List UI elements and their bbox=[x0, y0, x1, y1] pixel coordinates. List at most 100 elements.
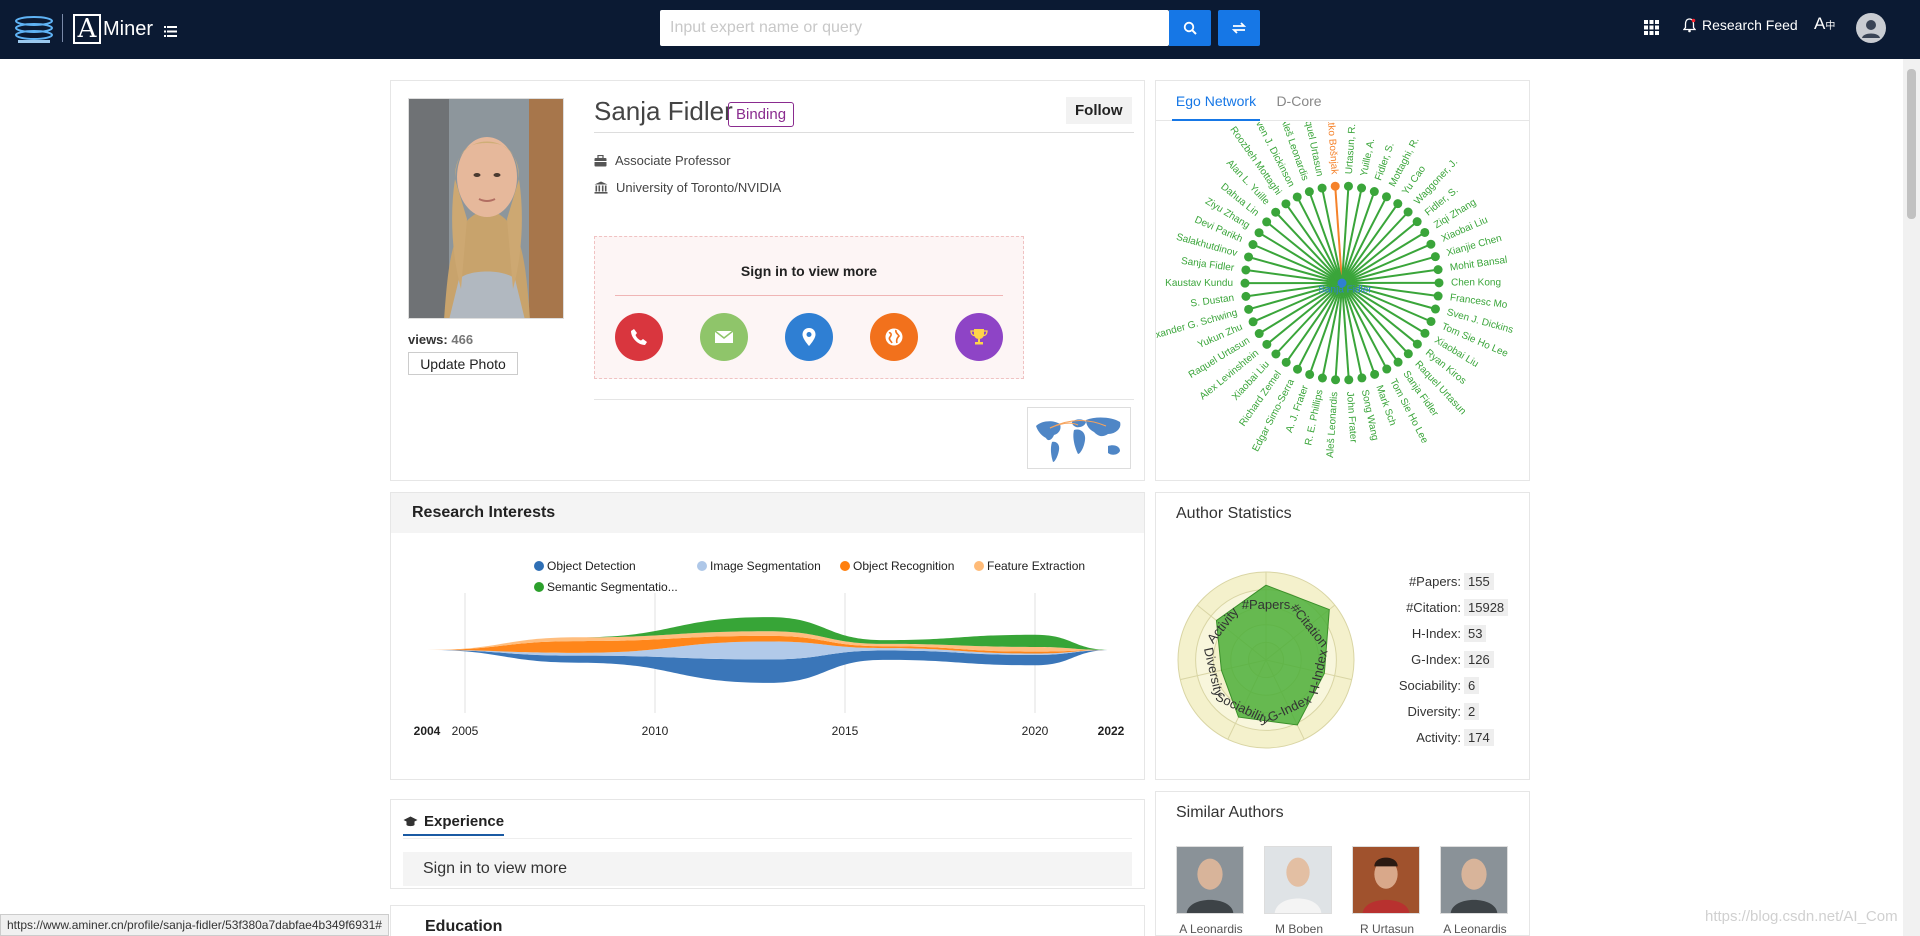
user-avatar[interactable] bbox=[1856, 13, 1886, 43]
apps-grid-icon[interactable] bbox=[1644, 20, 1659, 35]
search-input[interactable] bbox=[660, 10, 1169, 46]
ego-node[interactable] bbox=[1420, 328, 1430, 338]
language-icon[interactable]: A中 bbox=[1814, 14, 1835, 34]
ego-node[interactable] bbox=[1248, 240, 1258, 250]
ego-node[interactable] bbox=[1426, 316, 1436, 326]
legend-object-detection[interactable]: Object Detection bbox=[534, 559, 636, 573]
ego-node[interactable] bbox=[1369, 187, 1379, 197]
similar-author-2[interactable]: M Boben bbox=[1264, 846, 1334, 936]
ego-node[interactable] bbox=[1241, 265, 1251, 275]
ego-node[interactable] bbox=[1357, 373, 1367, 383]
ego-node-label: Mohit Bansal bbox=[1449, 255, 1508, 274]
ego-node[interactable] bbox=[1281, 357, 1291, 367]
ego-network-graph[interactable]: Matko Bošnjak Urtasun, R. Yuille, A.Fidler… bbox=[1156, 122, 1529, 480]
tab-ego-network[interactable]: Ego Network bbox=[1172, 81, 1260, 121]
stat-value: 2 bbox=[1464, 703, 1480, 720]
ego-node[interactable] bbox=[1344, 375, 1354, 385]
switch-mode-button[interactable] bbox=[1218, 10, 1260, 46]
ego-node[interactable] bbox=[1292, 192, 1302, 202]
stat-value: 53 bbox=[1464, 625, 1487, 642]
ego-node[interactable] bbox=[1304, 187, 1314, 197]
legend-feature-extraction[interactable]: Feature Extraction bbox=[974, 559, 1085, 573]
ego-node-label: Aleš Leonardis bbox=[1325, 391, 1340, 458]
homepage-button[interactable] bbox=[870, 313, 918, 361]
ego-node[interactable] bbox=[1305, 369, 1315, 379]
ego-node[interactable] bbox=[1433, 291, 1443, 301]
legend-object-recognition[interactable]: Object Recognition bbox=[840, 559, 954, 573]
phone-button[interactable] bbox=[615, 313, 663, 361]
ego-node[interactable] bbox=[1403, 207, 1413, 217]
ego-node[interactable] bbox=[1370, 369, 1380, 379]
similar-author-3[interactable]: R Urtasun bbox=[1352, 846, 1422, 936]
location-button[interactable] bbox=[785, 313, 833, 361]
search-button[interactable] bbox=[1169, 10, 1211, 46]
awards-button[interactable] bbox=[955, 313, 1003, 361]
ego-node[interactable] bbox=[1403, 349, 1413, 359]
ego-node[interactable] bbox=[1430, 252, 1440, 262]
menu-icon[interactable] bbox=[164, 26, 177, 37]
ego-node[interactable] bbox=[1381, 192, 1391, 202]
email-button[interactable] bbox=[700, 313, 748, 361]
ego-node[interactable] bbox=[1412, 217, 1422, 227]
ego-node[interactable] bbox=[1434, 278, 1444, 288]
ego-node[interactable] bbox=[1293, 364, 1303, 374]
ego-node[interactable] bbox=[1412, 339, 1422, 349]
ego-node[interactable] bbox=[1271, 207, 1281, 217]
similar-author-name: A Leonardis bbox=[1443, 922, 1507, 936]
page-scrollbar[interactable] bbox=[1903, 59, 1920, 936]
stat-label: H-Index: bbox=[1411, 626, 1461, 641]
stat-row: G-Index: 126 bbox=[1361, 651, 1494, 668]
ego-node[interactable] bbox=[1430, 304, 1440, 314]
ego-node[interactable] bbox=[1262, 217, 1272, 227]
ego-node[interactable] bbox=[1393, 357, 1403, 367]
ego-node[interactable] bbox=[1254, 228, 1264, 238]
ego-node-label: Kaustav Kundu bbox=[1165, 278, 1233, 289]
similar-author-photo bbox=[1440, 846, 1508, 914]
ego-node[interactable] bbox=[1240, 278, 1250, 288]
acemap-logo[interactable] bbox=[14, 14, 54, 44]
binding-badge[interactable]: Binding bbox=[728, 102, 795, 127]
research-interests-streamgraph[interactable]: 2004 2005 2010 2015 2020 2022 bbox=[391, 583, 1144, 779]
similar-author-1[interactable]: A Leonardis bbox=[1176, 846, 1246, 936]
ego-node[interactable] bbox=[1244, 304, 1254, 314]
watermark-text: https://blog.csdn.net/AI_Com bbox=[1705, 908, 1898, 925]
ego-node[interactable] bbox=[1248, 317, 1258, 327]
education-card: Education bbox=[390, 905, 1145, 936]
ego-node[interactable] bbox=[1281, 199, 1291, 209]
scrollbar-thumb[interactable] bbox=[1907, 69, 1916, 219]
ego-node[interactable] bbox=[1331, 375, 1341, 385]
update-photo-button[interactable]: Update Photo bbox=[408, 352, 518, 375]
tab-d-core[interactable]: D-Core bbox=[1262, 81, 1336, 121]
follow-button[interactable]: Follow bbox=[1066, 97, 1132, 124]
ego-node[interactable] bbox=[1241, 291, 1251, 301]
legend-image-segmentation[interactable]: Image Segmentation bbox=[697, 559, 821, 573]
stat-row: #Papers: 155 bbox=[1361, 573, 1494, 590]
research-feed-link[interactable]: Research Feed bbox=[1683, 17, 1798, 33]
ego-node[interactable] bbox=[1433, 265, 1443, 275]
experience-signin-prompt[interactable]: Sign in to view more bbox=[403, 852, 1132, 886]
ego-node[interactable] bbox=[1330, 181, 1340, 191]
ego-node[interactable] bbox=[1244, 252, 1254, 262]
email-icon bbox=[714, 330, 734, 343]
ego-node[interactable] bbox=[1317, 373, 1327, 383]
ego-node[interactable] bbox=[1357, 183, 1367, 193]
world-map-thumbnail[interactable] bbox=[1027, 407, 1131, 469]
views-value: 466 bbox=[451, 332, 474, 347]
ego-node[interactable] bbox=[1382, 364, 1392, 374]
signin-divider bbox=[615, 295, 1003, 296]
ego-edge bbox=[1341, 255, 1436, 284]
position-text: Associate Professor bbox=[615, 153, 731, 168]
ego-node[interactable] bbox=[1254, 329, 1264, 339]
ego-node[interactable] bbox=[1271, 349, 1281, 359]
ego-node[interactable] bbox=[1317, 183, 1327, 193]
research-interests-title: Research Interests bbox=[412, 504, 556, 521]
similar-author-4[interactable]: A Leonardis bbox=[1440, 846, 1510, 936]
similar-author-name: M Boben bbox=[1274, 922, 1324, 936]
aminer-logo[interactable]: A Miner bbox=[73, 12, 153, 46]
ego-node[interactable] bbox=[1262, 339, 1272, 349]
ego-node[interactable] bbox=[1343, 181, 1353, 191]
signin-prompt[interactable]: Sign in to view more bbox=[595, 263, 1023, 279]
ego-node[interactable] bbox=[1420, 227, 1430, 237]
ego-node[interactable] bbox=[1426, 239, 1436, 249]
ego-node[interactable] bbox=[1393, 199, 1403, 209]
